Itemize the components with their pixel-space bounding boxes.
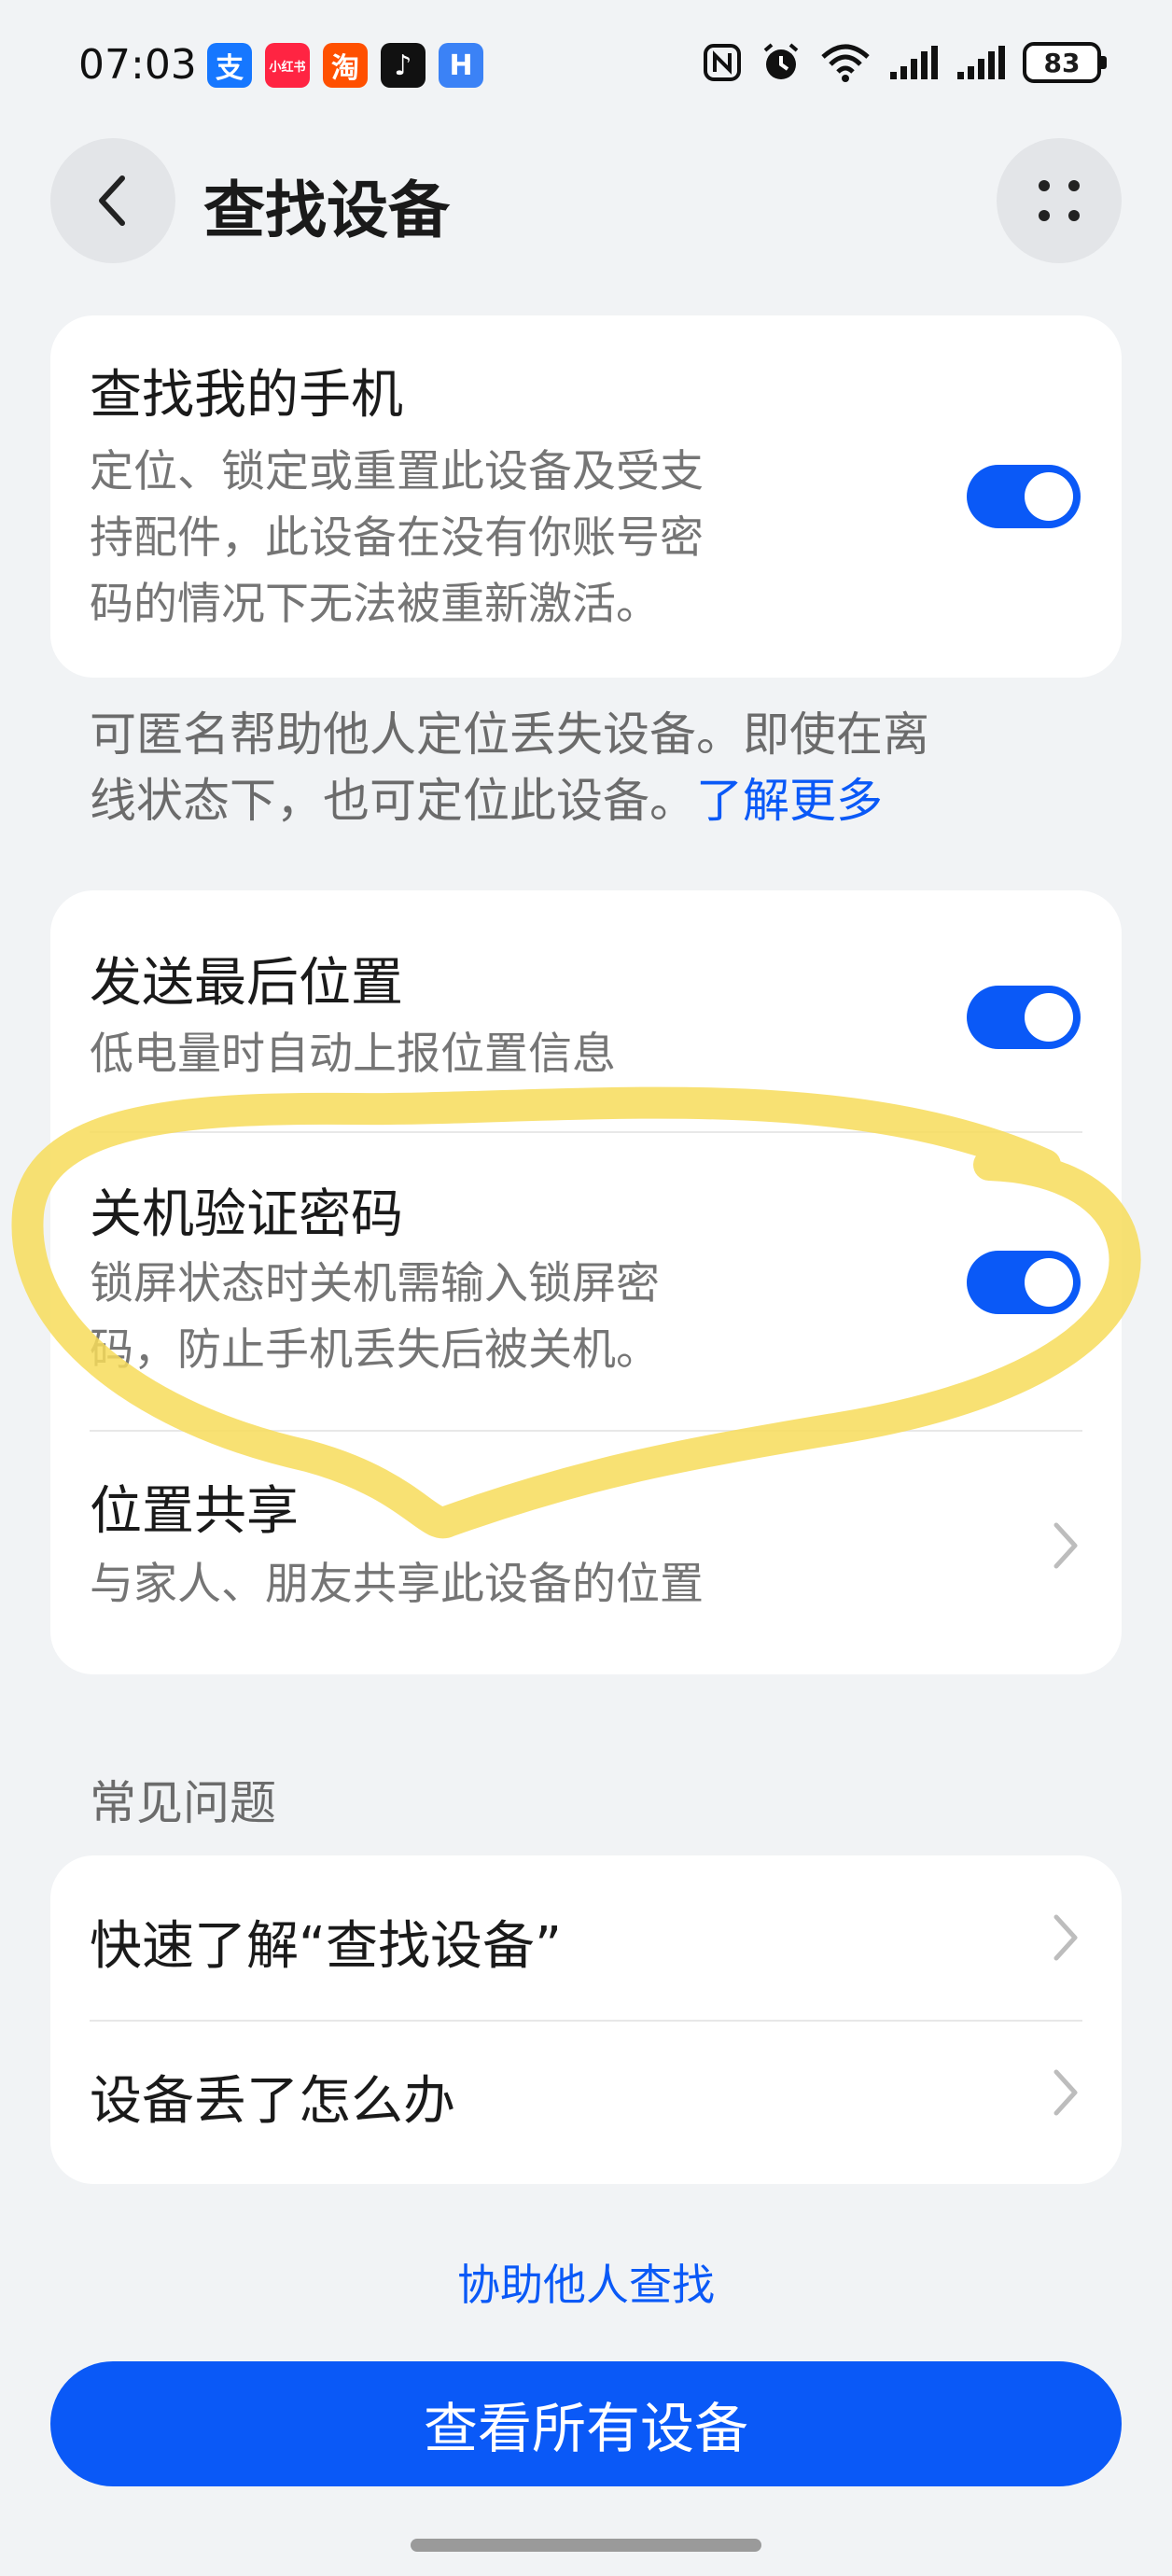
view-all-devices-button[interactable]: 查看所有设备 (50, 2361, 1122, 2486)
chevron-right-icon (1053, 2069, 1078, 2116)
faq-item-label: 设备丢了怎么办 (90, 2071, 455, 2132)
assist-others-link[interactable]: 协助他人查找 (0, 2251, 1172, 2313)
shutdown-password-desc-line1: 锁屏状态时关机需输入锁屏密 (90, 1258, 660, 1309)
home-indicator[interactable] (411, 2539, 761, 2552)
find-my-phone-title: 查找我的手机 (90, 365, 403, 426)
find-my-phone-toggle[interactable] (967, 465, 1081, 528)
tiktok-icon: ♪ (381, 43, 426, 88)
divider (90, 1131, 1082, 1133)
faq-item-label: 快速了解“查找设备” (90, 1916, 563, 1977)
app-icon: H (439, 43, 483, 88)
signal-1-icon (890, 46, 938, 79)
shutdown-password-desc-line2: 码，防止手机丢失后被关机。 (90, 1324, 660, 1376)
battery-icon: 83 (1023, 42, 1107, 83)
offline-note-line2: 线状态下，也可定位此设备。 (90, 774, 696, 828)
xiaohongshu-icon: 小红书 (265, 43, 310, 88)
location-sharing-desc: 与家人、朋友共享此设备的位置 (90, 1559, 704, 1610)
find-my-phone-desc-line1: 定位、锁定或重置此设备及受支 (90, 446, 704, 497)
battery-level: 83 (1023, 42, 1101, 83)
chevron-left-icon (99, 175, 125, 226)
faq-item-quick-guide[interactable]: 快速了解“查找设备” (50, 1855, 1122, 2020)
chevron-right-icon (1053, 1914, 1078, 1961)
shutdown-password-title: 关机验证密码 (90, 1184, 403, 1245)
wifi-icon (821, 44, 870, 82)
find-my-phone-card: 查找我的手机 定位、锁定或重置此设备及受支 持配件，此设备在没有你账号密 码的情… (50, 315, 1122, 678)
system-indicators: 83 (702, 41, 1107, 84)
send-last-location-toggle[interactable] (967, 986, 1081, 1049)
taobao-icon: 淘 (323, 43, 368, 88)
signal-2-icon (957, 46, 1005, 79)
chevron-right-icon (1053, 1522, 1078, 1569)
nfc-icon (704, 44, 741, 81)
shutdown-password-toggle[interactable] (967, 1251, 1081, 1314)
status-time: 07:03 (78, 41, 197, 89)
faq-section-label: 常见问题 (90, 1776, 276, 1830)
location-settings-card: 发送最后位置 低电量时自动上报位置信息 关机验证密码 锁屏状态时关机需输入锁屏密… (50, 890, 1122, 1674)
location-sharing-title: 位置共享 (90, 1481, 299, 1542)
notification-app-icons: 支 小红书 淘 ♪ H (207, 43, 483, 88)
back-button[interactable] (50, 138, 175, 263)
status-bar: 07:03 支 小红书 淘 ♪ H 83 (0, 0, 1172, 131)
alarm-icon (763, 43, 799, 79)
send-last-location-desc: 低电量时自动上报位置信息 (90, 1029, 616, 1080)
alipay-icon: 支 (207, 43, 252, 88)
more-options-button[interactable] (997, 138, 1122, 263)
faq-item-device-lost[interactable]: 设备丢了怎么办 (50, 2022, 1122, 2184)
send-last-location-title: 发送最后位置 (90, 953, 403, 1014)
location-sharing-row[interactable]: 位置共享 与家人、朋友共享此设备的位置 (50, 1432, 1122, 1674)
offline-note-line1: 可匿名帮助他人定位丢失设备。即使在离 (90, 707, 929, 762)
page-title: 查找设备 (203, 175, 450, 246)
more-dots-icon (1039, 180, 1080, 221)
find-my-phone-desc-line2: 持配件，此设备在没有你账号密 (90, 512, 704, 564)
learn-more-link[interactable]: 了解更多 (696, 774, 883, 828)
offline-find-note: 可匿名帮助他人定位丢失设备。即使在离 线状态下，也可定位此设备。了解更多 (90, 702, 1097, 834)
faq-card: 快速了解“查找设备” 设备丢了怎么办 (50, 1855, 1122, 2184)
find-my-phone-desc-line3: 码的情况下无法被重新激活。 (90, 579, 660, 630)
